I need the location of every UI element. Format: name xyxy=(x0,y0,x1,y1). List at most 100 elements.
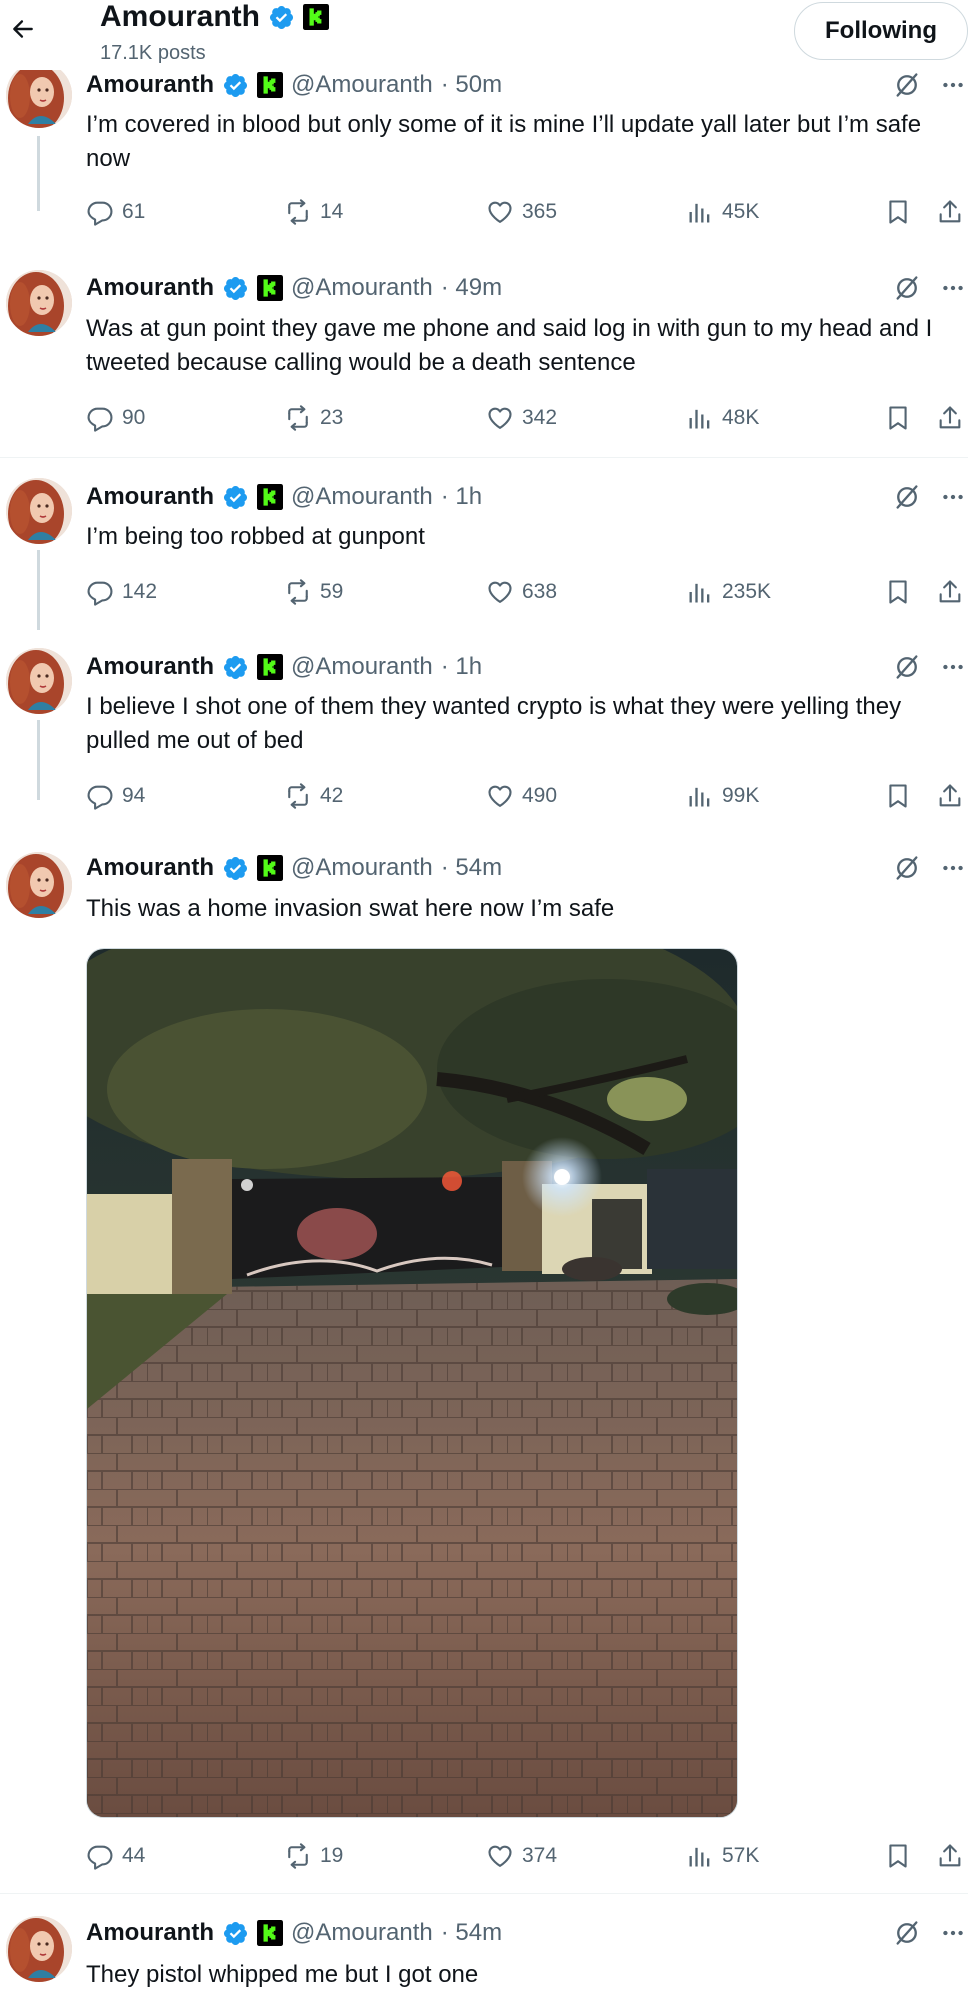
bookmark-button[interactable] xyxy=(884,780,912,812)
reply-button[interactable]: 44 xyxy=(86,1840,145,1872)
author-name[interactable]: Amouranth xyxy=(86,1919,214,1947)
avatar[interactable] xyxy=(6,1916,72,1982)
like-button[interactable]: 374 xyxy=(486,1840,557,1872)
retweet-button[interactable]: 19 xyxy=(284,1840,343,1872)
tweet-time[interactable]: · 50m xyxy=(441,71,502,99)
like-button[interactable]: 490 xyxy=(486,780,557,812)
bookmark-icon xyxy=(884,1842,912,1870)
author-name[interactable]: Amouranth xyxy=(86,483,214,511)
like-count: 374 xyxy=(522,1844,558,1867)
tweet-text: I’m covered in blood but only some of it… xyxy=(86,111,922,172)
author-handle[interactable]: @Amouranth xyxy=(291,653,433,681)
like-count: 638 xyxy=(522,580,558,603)
tweet-text: They pistol whipped me but I got one xyxy=(86,1961,479,1988)
bookmark-button[interactable] xyxy=(884,1840,912,1872)
reply-button[interactable]: 90 xyxy=(86,402,145,434)
grok-button[interactable] xyxy=(892,273,922,303)
more-icon xyxy=(940,654,966,680)
more-button[interactable] xyxy=(938,1918,968,1948)
views-button[interactable]: 48K xyxy=(686,402,759,434)
avatar[interactable] xyxy=(6,852,72,918)
views-button[interactable]: 45K xyxy=(686,196,759,228)
avatar[interactable] xyxy=(6,270,72,336)
bookmark-button[interactable] xyxy=(884,402,912,434)
grok-button[interactable] xyxy=(892,853,922,883)
profile-header: Amouranth 17.1K posts Following xyxy=(0,0,968,70)
avatar[interactable] xyxy=(6,478,72,544)
bookmark-button[interactable] xyxy=(884,196,912,228)
share-button[interactable] xyxy=(936,1840,964,1872)
tweet[interactable]: Amouranth @Amouranth · 54m This was a ho… xyxy=(0,838,968,1883)
author-handle[interactable]: @Amouranth xyxy=(291,483,433,511)
reply-count: 44 xyxy=(122,1844,146,1867)
reply-button[interactable]: 94 xyxy=(86,780,145,812)
retweet-button[interactable]: 23 xyxy=(284,402,343,434)
kick-logo-icon xyxy=(257,1920,283,1946)
author-handle[interactable]: @Amouranth xyxy=(291,1919,433,1947)
retweet-button[interactable]: 42 xyxy=(284,780,343,812)
view-count: 45K xyxy=(722,200,760,223)
heart-icon xyxy=(486,578,514,606)
retweet-count: 23 xyxy=(320,406,344,429)
tweet-time[interactable]: · 49m xyxy=(441,274,502,302)
reply-button[interactable]: 142 xyxy=(86,576,157,608)
tweet-actions: 142 59 638 235K xyxy=(86,576,968,608)
tweet-header: Amouranth @Amouranth · 54m xyxy=(86,1918,502,1948)
tweet-time[interactable]: · 1h xyxy=(441,483,482,511)
reply-button[interactable]: 61 xyxy=(86,196,145,228)
views-button[interactable]: 57K xyxy=(686,1840,759,1872)
author-name[interactable]: Amouranth xyxy=(86,274,214,302)
tweet-text: This was a home invasion swat here now I… xyxy=(86,895,615,922)
author-name[interactable]: Amouranth xyxy=(86,653,214,681)
like-button[interactable]: 638 xyxy=(486,576,557,608)
more-button[interactable] xyxy=(938,273,968,303)
grok-button[interactable] xyxy=(892,482,922,512)
tweet-time[interactable]: · 54m xyxy=(441,854,502,882)
views-button[interactable]: 235K xyxy=(686,576,771,608)
author-name[interactable]: Amouranth xyxy=(86,854,214,882)
grok-button[interactable] xyxy=(892,1918,922,1948)
avatar[interactable] xyxy=(6,648,72,714)
tweet[interactable]: Amouranth @Amouranth · 1h I’m being too … xyxy=(0,466,968,630)
like-button[interactable]: 365 xyxy=(486,196,557,228)
reply-count: 142 xyxy=(122,580,158,603)
author-name[interactable]: Amouranth xyxy=(86,71,214,99)
share-button[interactable] xyxy=(936,402,964,434)
tweet-time[interactable]: · 1h xyxy=(441,653,482,681)
views-icon xyxy=(686,198,714,226)
grok-button[interactable] xyxy=(892,652,922,682)
bookmark-icon xyxy=(884,782,912,810)
kick-logo-icon xyxy=(303,4,329,30)
share-button[interactable] xyxy=(936,576,964,608)
author-handle[interactable]: @Amouranth xyxy=(291,71,433,99)
avatar[interactable] xyxy=(6,62,72,128)
share-button[interactable] xyxy=(936,196,964,228)
reply-icon xyxy=(86,782,114,810)
tweet[interactable]: Amouranth @Amouranth · 1h I believe I sh… xyxy=(0,636,968,836)
more-button[interactable] xyxy=(938,482,968,512)
author-handle[interactable]: @Amouranth xyxy=(291,854,433,882)
tweet[interactable]: Amouranth @Amouranth · 49m Was at gun po… xyxy=(0,260,968,455)
view-count: 235K xyxy=(722,580,772,603)
tweet-actions: 44 19 374 57K xyxy=(86,1840,968,1872)
views-button[interactable]: 99K xyxy=(686,780,759,812)
tweet-photo[interactable] xyxy=(86,948,738,1818)
retweet-button[interactable]: 59 xyxy=(284,576,343,608)
grok-button[interactable] xyxy=(892,70,922,100)
more-button[interactable] xyxy=(938,652,968,682)
share-icon xyxy=(936,782,964,810)
more-button[interactable] xyxy=(938,853,968,883)
tweet[interactable]: Amouranth @Amouranth · 50m I’m covered i… xyxy=(0,56,968,211)
author-handle[interactable]: @Amouranth xyxy=(291,274,433,302)
like-button[interactable]: 342 xyxy=(486,402,557,434)
tweet[interactable]: Amouranth @Amouranth · 54m They pistol w… xyxy=(0,1900,968,2002)
following-button[interactable]: Following xyxy=(794,2,968,60)
bookmark-button[interactable] xyxy=(884,576,912,608)
retweet-button[interactable]: 14 xyxy=(284,196,343,228)
share-button[interactable] xyxy=(936,780,964,812)
more-icon xyxy=(940,275,966,301)
back-button[interactable] xyxy=(6,12,40,46)
verified-badge-icon xyxy=(222,275,249,302)
tweet-time[interactable]: · 54m xyxy=(441,1919,502,1947)
more-button[interactable] xyxy=(938,70,968,100)
